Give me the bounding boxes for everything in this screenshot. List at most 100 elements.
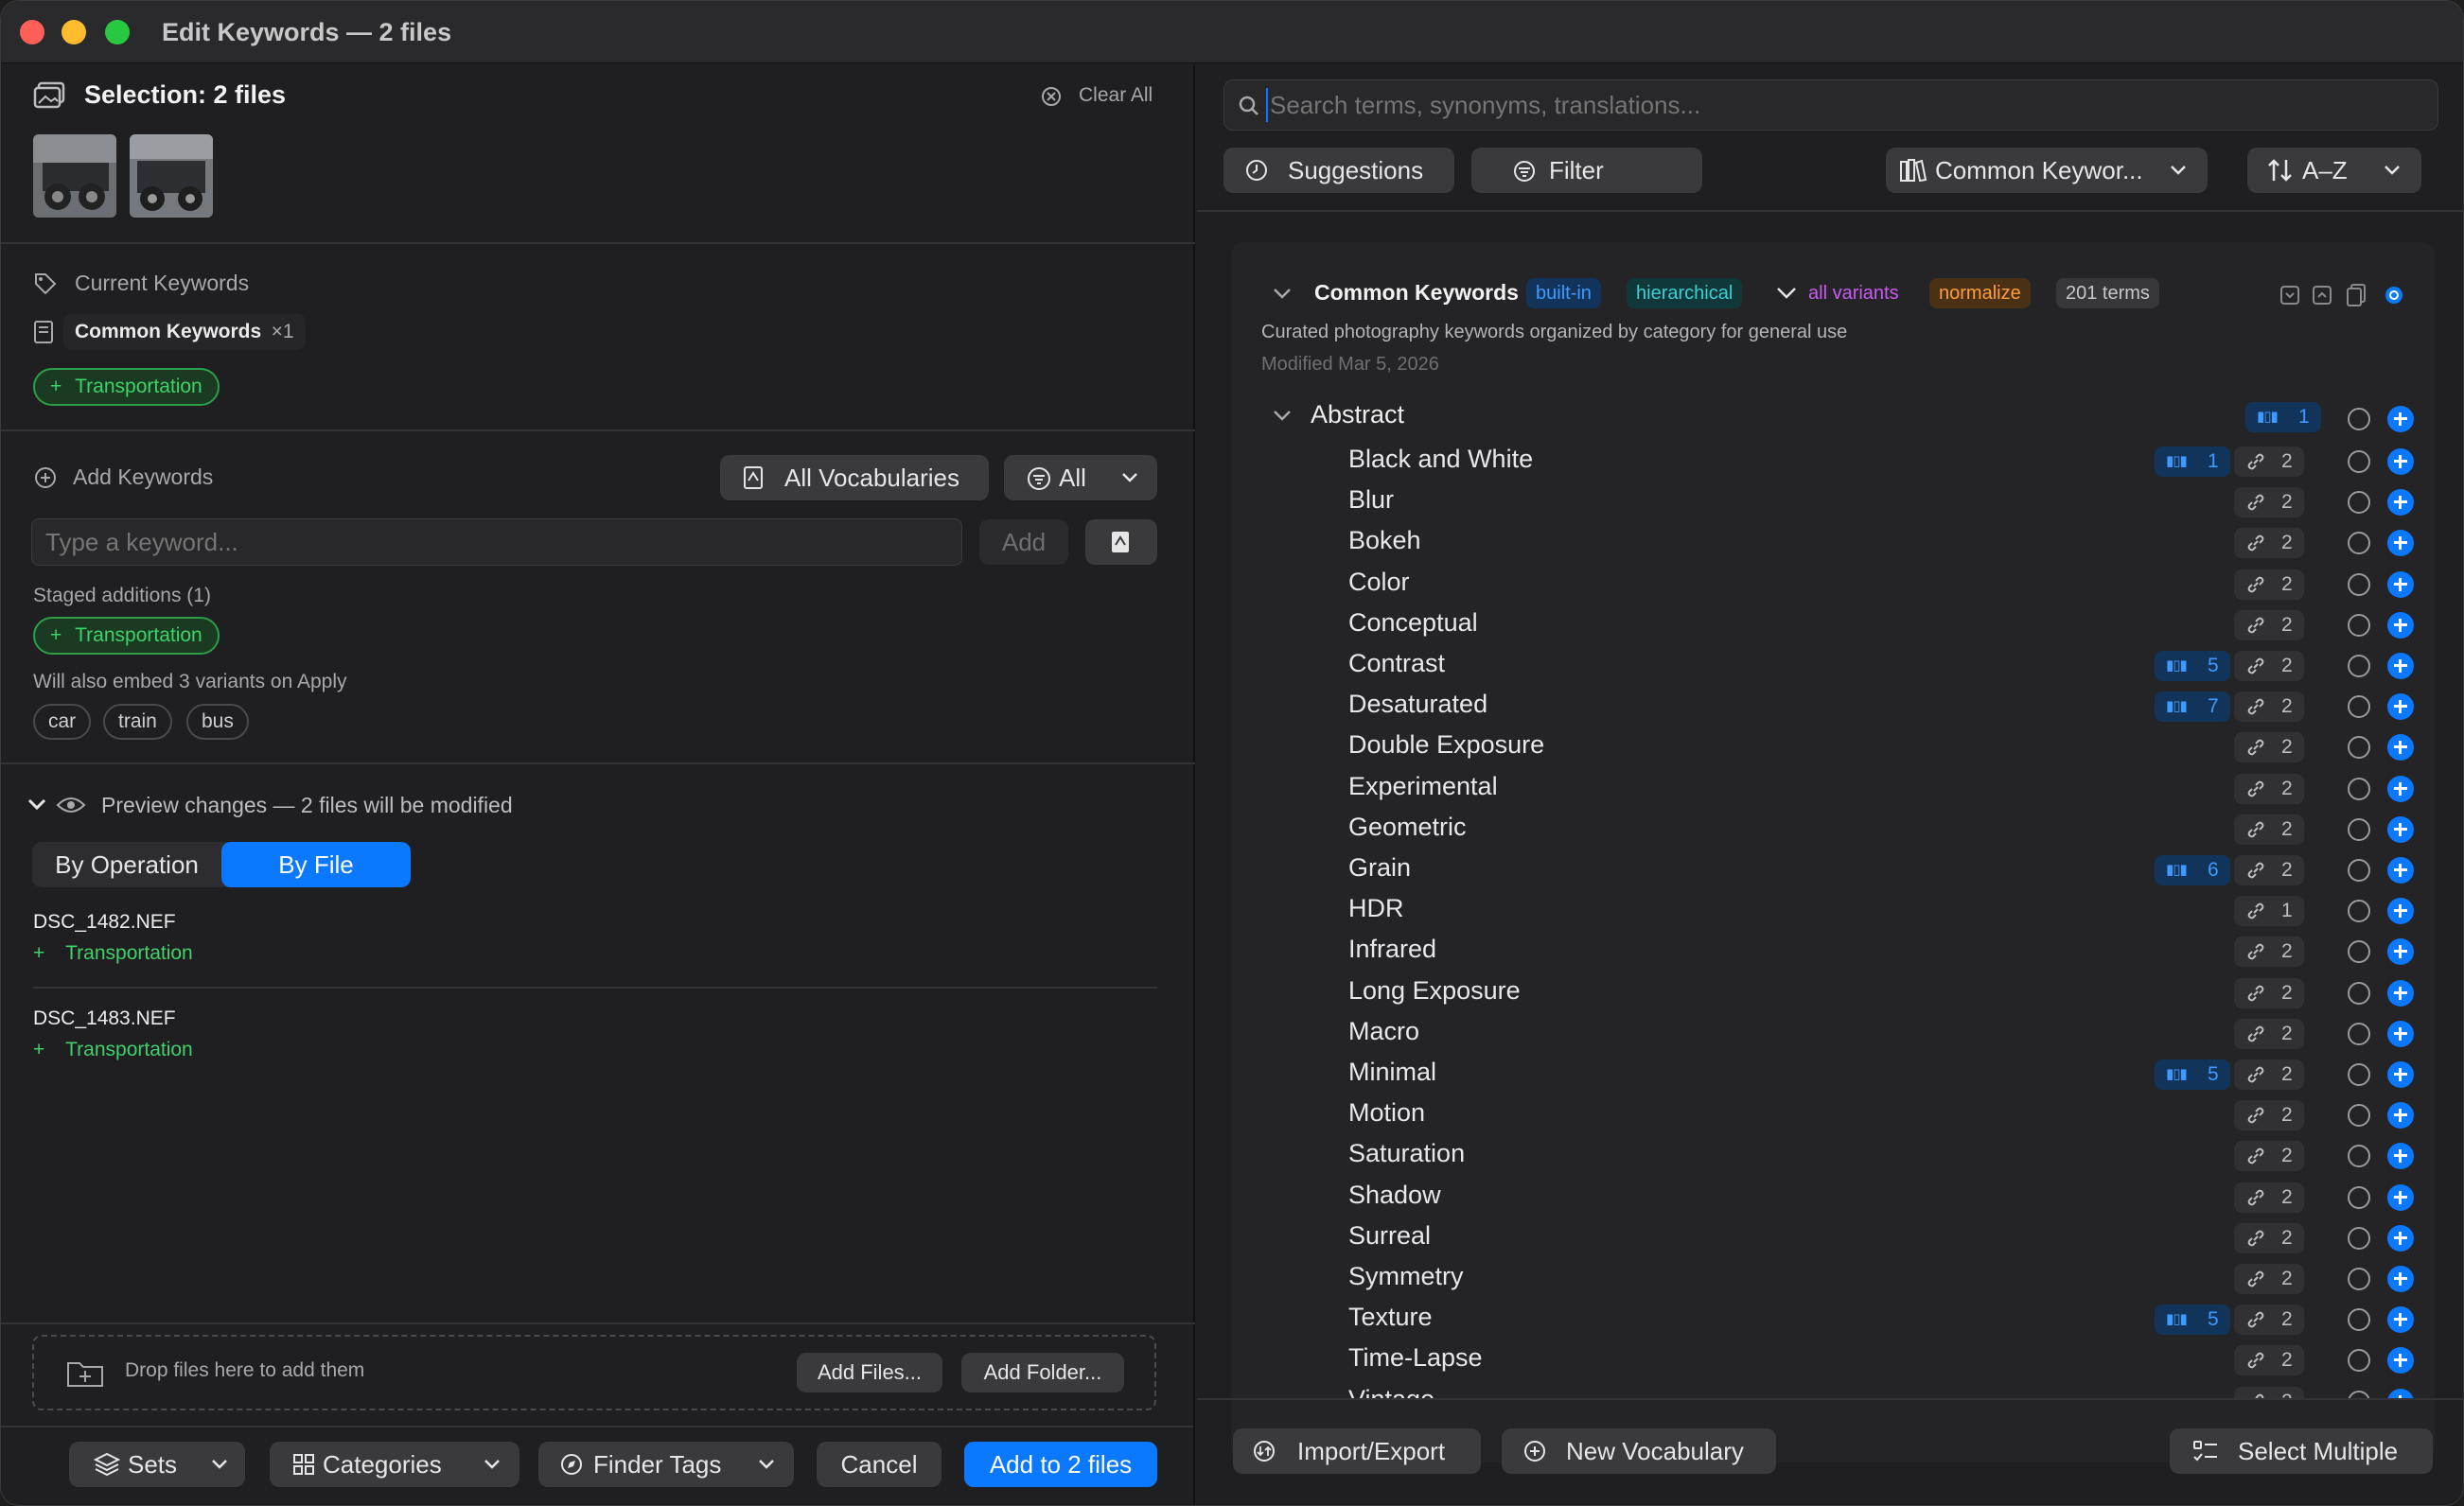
term-row[interactable]: Motion 2 xyxy=(1348,1096,2427,1137)
term-links-badge[interactable]: 2 xyxy=(2234,609,2304,640)
add-term-icon[interactable] xyxy=(2387,1061,2414,1088)
term-links-badge[interactable]: 2 xyxy=(2234,1059,2304,1090)
term-links-badge[interactable]: 2 xyxy=(2234,732,2304,763)
add-term-icon[interactable] xyxy=(2387,530,2414,557)
add-term-icon[interactable] xyxy=(2387,611,2414,639)
add-term-icon[interactable] xyxy=(2387,1266,2414,1292)
clear-all-icon[interactable] xyxy=(1040,85,1063,108)
term-links-badge[interactable]: 2 xyxy=(2234,1141,2304,1172)
minimize-window-button[interactable] xyxy=(62,20,86,44)
term-row[interactable]: Time-Lapse 2 xyxy=(1348,1341,2427,1382)
info-icon[interactable] xyxy=(2348,450,2370,473)
file-drop-zone[interactable]: Drop files here to add them Add Files...… xyxy=(32,1335,1156,1410)
info-icon[interactable] xyxy=(2348,940,2370,964)
info-icon[interactable] xyxy=(2348,1022,2370,1045)
term-links-badge[interactable]: 2 xyxy=(2234,528,2304,559)
add-folder-button[interactable]: Add Folder... xyxy=(961,1353,1124,1392)
term-links-badge[interactable]: 2 xyxy=(2234,569,2304,600)
term-links-badge[interactable]: 2 xyxy=(2234,1222,2304,1253)
term-row[interactable]: Geometric 2 xyxy=(1348,811,2427,851)
add-term-icon[interactable] xyxy=(2387,1183,2414,1211)
add-term-icon[interactable] xyxy=(2387,857,2414,884)
clear-all-button[interactable]: Clear All xyxy=(1079,84,1153,107)
chevron-down-icon[interactable] xyxy=(27,798,46,812)
staged-keyword-chip[interactable]: + Transportation xyxy=(33,617,220,655)
by-file-segment[interactable]: By File xyxy=(221,842,411,887)
term-row[interactable]: Color 2 xyxy=(1348,566,2427,606)
term-row[interactable]: Infrared 2 xyxy=(1348,933,2427,973)
info-icon[interactable] xyxy=(2348,981,2370,1005)
add-term-icon[interactable] xyxy=(2387,570,2414,598)
add-term-icon[interactable] xyxy=(2387,1306,2414,1334)
term-row[interactable]: Black and White ▮▯▮ 1 2 xyxy=(1348,443,2427,483)
term-links-badge[interactable]: 2 xyxy=(2234,651,2304,681)
import-export-button[interactable]: Import/Export xyxy=(1233,1428,1481,1474)
file-thumbnail[interactable] xyxy=(130,134,213,218)
term-links-badge[interactable]: 2 xyxy=(2234,1100,2304,1131)
term-links-badge[interactable]: 2 xyxy=(2234,487,2304,518)
finder-tags-dropdown[interactable]: Finder Tags xyxy=(538,1442,794,1487)
info-icon[interactable] xyxy=(2348,1145,2370,1168)
term-links-badge[interactable]: 2 xyxy=(2234,1264,2304,1294)
term-links-badge[interactable]: 2 xyxy=(2234,447,2304,477)
vocab-chip[interactable]: Common Keywords ×1 xyxy=(63,314,306,350)
add-term-icon[interactable] xyxy=(2387,448,2414,475)
add-term-icon[interactable] xyxy=(2387,1143,2414,1170)
term-links-badge[interactable]: 2 xyxy=(2234,1386,2304,1398)
categories-dropdown[interactable]: Categories xyxy=(270,1442,519,1487)
term-row[interactable]: Conceptual 2 xyxy=(1348,606,2427,647)
term-links-badge[interactable]: 2 xyxy=(2234,773,2304,804)
term-links-badge[interactable]: 2 xyxy=(2234,937,2304,968)
term-row[interactable]: Experimental 2 xyxy=(1348,770,2427,811)
term-row[interactable]: Desaturated ▮▯▮ 7 2 xyxy=(1348,688,2427,728)
add-term-icon[interactable] xyxy=(2387,898,2414,925)
add-keyword-button[interactable]: Add xyxy=(979,519,1068,565)
info-icon[interactable] xyxy=(2348,532,2370,555)
term-row[interactable]: Shadow 2 xyxy=(1348,1179,2427,1219)
info-icon[interactable] xyxy=(2348,1104,2370,1128)
select-multiple-button[interactable]: Select Multiple xyxy=(2170,1428,2433,1474)
add-term-icon[interactable] xyxy=(2387,1102,2414,1130)
term-links-badge[interactable]: 2 xyxy=(2234,1182,2304,1213)
term-row[interactable]: Macro 2 xyxy=(1348,1015,2427,1056)
add-term-icon[interactable] xyxy=(2387,979,2414,1007)
info-icon[interactable] xyxy=(2348,613,2370,637)
close-window-button[interactable] xyxy=(20,20,44,44)
current-keyword-chip[interactable]: + Transportation xyxy=(33,368,220,406)
add-term-icon[interactable] xyxy=(2387,775,2414,802)
keyword-input[interactable] xyxy=(31,518,962,566)
info-icon[interactable] xyxy=(2348,1268,2370,1290)
info-icon[interactable] xyxy=(2348,736,2370,760)
info-icon[interactable] xyxy=(2348,1308,2370,1332)
info-icon[interactable] xyxy=(2348,817,2370,841)
info-icon[interactable] xyxy=(2348,900,2370,923)
add-to-files-button[interactable]: Add to 2 files xyxy=(964,1442,1157,1487)
term-links-badge[interactable]: 2 xyxy=(2234,855,2304,885)
term-row[interactable]: Saturation 2 xyxy=(1348,1137,2427,1178)
term-row[interactable]: Bokeh 2 xyxy=(1348,524,2427,565)
term-links-badge[interactable]: 2 xyxy=(2234,1345,2304,1376)
cancel-button[interactable]: Cancel xyxy=(817,1442,942,1487)
term-row[interactable]: Minimal ▮▯▮ 5 2 xyxy=(1348,1056,2427,1096)
info-icon[interactable] xyxy=(2348,572,2370,596)
term-links-badge[interactable]: 2 xyxy=(2234,814,2304,845)
info-icon[interactable] xyxy=(2348,1349,2370,1373)
add-term-icon[interactable] xyxy=(2387,1347,2414,1375)
term-links-badge[interactable]: 2 xyxy=(2234,1018,2304,1049)
term-row[interactable]: HDR 1 xyxy=(1348,892,2427,933)
add-term-icon[interactable] xyxy=(2387,938,2414,966)
add-term-icon[interactable] xyxy=(2387,815,2414,843)
term-row[interactable]: Long Exposure 2 xyxy=(1348,974,2427,1015)
term-links-badge[interactable]: 2 xyxy=(2234,977,2304,1008)
all-vocabularies-button[interactable]: All Vocabularies xyxy=(720,455,989,500)
zoom-window-button[interactable] xyxy=(105,20,130,44)
info-icon[interactable] xyxy=(2348,1226,2370,1250)
new-vocabulary-button[interactable]: New Vocabulary xyxy=(1502,1428,1776,1474)
info-icon[interactable] xyxy=(2348,1063,2370,1086)
term-links-badge[interactable]: 2 xyxy=(2234,1305,2304,1336)
info-icon[interactable] xyxy=(2348,859,2370,882)
info-icon[interactable] xyxy=(2348,777,2370,800)
vocabulary-picker-button[interactable] xyxy=(1085,519,1157,565)
term-row[interactable]: Grain ▮▯▮ 6 2 xyxy=(1348,851,2427,892)
term-links-badge[interactable]: 2 xyxy=(2234,692,2304,723)
